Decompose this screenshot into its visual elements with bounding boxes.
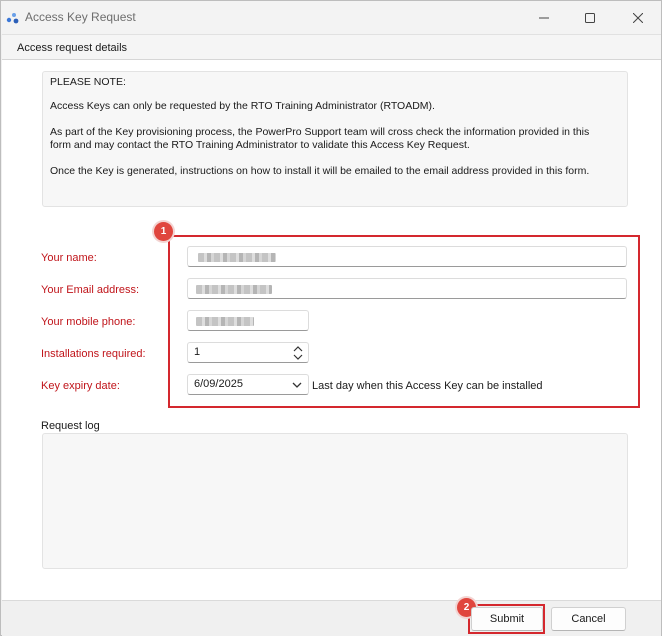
dialog-footer: 2 Submit Cancel [2,598,661,636]
expiry-note: Last day when this Access Key can be ins… [312,380,543,392]
annotation-badge-1: 1 [154,222,173,241]
app-logo-icon [6,13,19,24]
window-title: Access Key Request [25,10,136,24]
notice-line-3: Once the Key is generated, instructions … [50,165,590,177]
notice-line-2b: form and may contact the RTO Training Ad… [50,139,470,151]
notice-line-1: Access Keys can only be requested by the… [50,100,435,112]
email-label: Your Email address: [41,284,140,296]
phone-label: Your mobile phone: [41,316,136,328]
submit-button[interactable]: Submit [471,607,543,631]
expiry-date-value: 6/09/2025 [194,378,243,390]
title-bar: Access Key Request [1,1,661,34]
spin-updown-icon[interactable] [292,345,304,361]
installations-value: 1 [194,346,201,358]
request-log-label: Request log [41,420,100,432]
redacted-name [198,253,276,262]
installations-stepper[interactable]: 1 [187,342,309,363]
redacted-email [196,285,272,294]
maximize-icon [585,12,595,23]
cancel-button[interactable]: Cancel [551,607,626,631]
name-label: Your name: [41,252,97,264]
redacted-phone [196,317,254,326]
expiry-date-picker[interactable]: 6/09/2025 [187,374,309,395]
phone-input[interactable] [187,310,309,331]
close-button[interactable] [615,1,661,34]
maximize-button[interactable] [567,1,613,34]
minimize-icon [539,17,549,18]
email-input[interactable] [187,278,627,299]
access-key-request-window: Access Key Request Access request detail… [0,0,662,636]
name-input[interactable] [187,246,627,267]
request-log-area[interactable] [42,433,628,569]
tab-access-request-details[interactable]: Access request details [2,34,661,60]
minimize-button[interactable] [521,1,567,34]
installations-label: Installations required: [41,348,146,360]
notice-line-2a: As part of the Key provisioning process,… [50,126,590,138]
expiry-label: Key expiry date: [41,380,120,392]
chevron-down-icon [292,382,302,388]
tab-label: Access request details [17,42,128,54]
notice-box: PLEASE NOTE: Access Keys can only be req… [42,71,628,207]
notice-heading: PLEASE NOTE: [50,76,126,88]
close-icon [633,12,643,23]
form-panel: PLEASE NOTE: Access Keys can only be req… [2,60,661,600]
